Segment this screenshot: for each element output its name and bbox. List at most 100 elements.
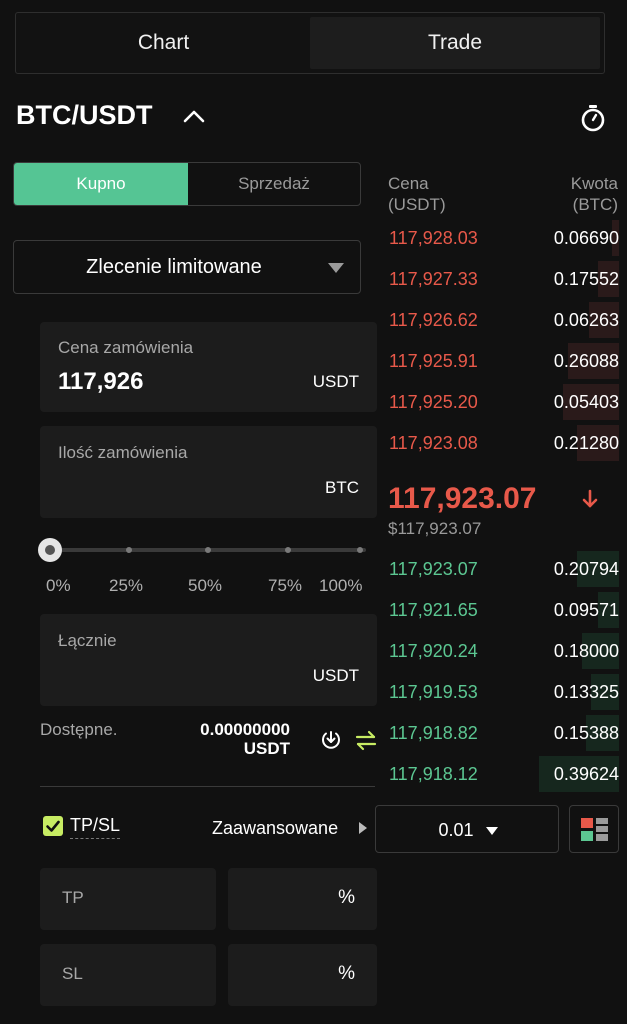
tp-label: TP [62, 888, 84, 907]
side-toggle: Kupno Sprzedaż [13, 162, 361, 206]
slider-mark[interactable] [126, 547, 132, 553]
ask-amount: 0.06690 [553, 228, 619, 248]
bid-amount: 0.15388 [553, 723, 619, 743]
sell-tab[interactable]: Sprzedaż [188, 163, 360, 205]
bid-amount: 0.09571 [553, 600, 619, 620]
bid-price: 117,919.53 [389, 682, 478, 702]
available-amount: 0.00000000 [200, 720, 290, 739]
bid-row[interactable]: 117,920.24 0.18000 [385, 633, 619, 669]
tpsl-label[interactable]: TP/SL [70, 815, 121, 839]
orderbook-amount-header-title: Kwota [570, 174, 618, 193]
ask-row[interactable]: 117,928.03 0.06690 [385, 220, 619, 256]
tp-percent-input[interactable]: % [228, 868, 377, 930]
ask-row[interactable]: 117,926.62 0.06263 [385, 302, 619, 338]
orderbook-amount-header: Kwota (BTC) [540, 173, 618, 215]
tp-price-input[interactable]: TP [40, 868, 216, 930]
available-balance: 0.00000000 USDT [150, 720, 290, 758]
available-label: Dostępne. [40, 720, 118, 739]
order-type-value: Zlecenie limitowane [86, 256, 262, 278]
arrow-down-icon [582, 489, 598, 508]
slider-mark[interactable] [285, 547, 291, 553]
bid-price: 117,918.82 [389, 723, 478, 743]
buy-tab[interactable]: Kupno [14, 163, 188, 205]
ask-price: 117,925.20 [389, 392, 478, 412]
caret-down-icon [328, 263, 344, 273]
bid-price: 117,918.12 [389, 764, 478, 784]
ask-amount: 0.21280 [553, 433, 619, 453]
last-price-usd: $117,923.07 [388, 519, 482, 538]
slider-mark[interactable] [205, 547, 211, 553]
order-total-unit: USDT [312, 666, 359, 685]
deposit-icon[interactable] [320, 729, 342, 751]
ask-amount: 0.05403 [553, 392, 619, 412]
advanced-options-button[interactable]: Zaawansowane [212, 818, 338, 839]
order-price-value: 117,926 [58, 368, 144, 395]
tp-percent-unit: % [338, 887, 355, 908]
bid-price: 117,921.65 [389, 600, 478, 620]
tpsl-checkbox[interactable] [43, 816, 63, 836]
orderbook-amount-header-unit: (BTC) [572, 195, 618, 214]
sl-price-input[interactable]: SL [40, 944, 216, 1006]
bid-row[interactable]: 117,919.53 0.13325 [385, 674, 619, 710]
sl-percent-unit: % [338, 963, 355, 984]
tick-size-select[interactable]: 0.01 [375, 805, 559, 853]
bid-amount: 0.39624 [553, 764, 619, 784]
orderbook-price-header-unit: (USDT) [388, 195, 446, 214]
chevron-up-icon[interactable] [180, 104, 208, 128]
slider-label[interactable]: 0% [46, 576, 71, 596]
tab-trade[interactable]: Trade [310, 17, 600, 69]
last-price: 117,923.07 [388, 482, 537, 515]
caret-right-icon[interactable] [359, 822, 367, 834]
order-quantity-label: Ilość zamówienia [58, 443, 188, 462]
bid-amount: 0.13325 [553, 682, 619, 702]
divider [40, 786, 375, 787]
order-price-unit: USDT [312, 372, 359, 391]
order-type-select[interactable]: Zlecenie limitowane [13, 240, 361, 294]
orderbook-price-header: Cena (USDT) [388, 173, 446, 215]
ask-amount: 0.26088 [553, 351, 619, 371]
slider-label[interactable]: 25% [109, 576, 143, 596]
ask-row[interactable]: 117,927.33 0.17552 [385, 261, 619, 297]
bid-row[interactable]: 117,918.82 0.15388 [385, 715, 619, 751]
order-price-input[interactable]: Cena zamówienia 117,926 USDT [40, 322, 377, 412]
bid-price: 117,923.07 [389, 559, 478, 579]
ask-price: 117,923.08 [389, 433, 478, 453]
transfer-icon[interactable] [354, 729, 378, 751]
bid-row[interactable]: 117,921.65 0.09571 [385, 592, 619, 628]
ask-price: 117,927.33 [389, 269, 478, 289]
orderbook-layout-button[interactable] [569, 805, 619, 853]
slider-label[interactable]: 75% [268, 576, 302, 596]
ask-amount: 0.17552 [553, 269, 619, 289]
ask-price: 117,928.03 [389, 228, 478, 248]
orderbook-layout-icon [581, 818, 608, 841]
order-quantity-input[interactable]: Ilość zamówienia BTC [40, 426, 377, 518]
view-tabs: Chart Trade [15, 12, 605, 74]
available-unit: USDT [243, 739, 290, 758]
orderbook-price-header-title: Cena [388, 174, 429, 193]
bid-row[interactable]: 117,923.07 0.20794 [385, 551, 619, 587]
caret-down-icon [486, 827, 498, 835]
tick-size-value: 0.01 [438, 820, 474, 840]
bid-amount: 0.20794 [553, 559, 619, 579]
bid-price: 117,920.24 [389, 641, 478, 661]
amount-slider-handle[interactable] [38, 538, 62, 562]
order-total-input[interactable]: Łącznie USDT [40, 614, 377, 706]
slider-label[interactable]: 100% [319, 576, 362, 596]
sl-label: SL [62, 964, 83, 983]
ask-row[interactable]: 117,923.08 0.21280 [385, 425, 619, 461]
slider-mark[interactable] [357, 547, 363, 553]
ask-row[interactable]: 117,925.20 0.05403 [385, 384, 619, 420]
ask-row[interactable]: 117,925.91 0.26088 [385, 343, 619, 379]
order-total-label: Łącznie [58, 631, 117, 650]
bid-row[interactable]: 117,918.12 0.39624 [385, 756, 619, 792]
sl-percent-input[interactable]: % [228, 944, 377, 1006]
ask-price: 117,926.62 [389, 310, 478, 330]
slider-label[interactable]: 50% [188, 576, 222, 596]
order-price-label: Cena zamówienia [58, 338, 194, 357]
order-quantity-unit: BTC [325, 478, 359, 497]
bid-amount: 0.18000 [553, 641, 619, 661]
stopwatch-icon[interactable] [578, 103, 608, 133]
ask-price: 117,925.91 [389, 351, 478, 371]
pair-symbol[interactable]: BTC/USDT [16, 100, 153, 131]
tab-chart[interactable]: Chart [20, 17, 307, 69]
